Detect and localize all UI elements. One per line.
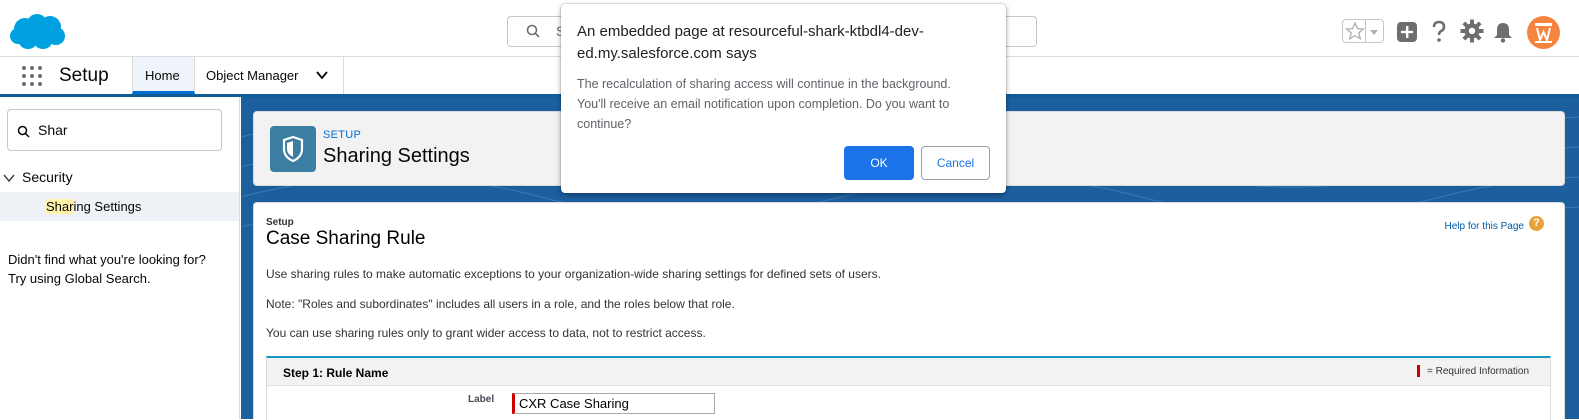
help-icon[interactable] — [1431, 20, 1447, 44]
avatar[interactable] — [1527, 16, 1560, 49]
avatar-icon — [1535, 23, 1552, 44]
required-indicator — [1417, 365, 1420, 377]
app-name: Setup — [59, 65, 109, 86]
dialog-title: An embedded page at resourceful-shark-kt… — [577, 23, 924, 62]
salesforce-logo[interactable] — [8, 12, 66, 52]
add-icon[interactable] — [1396, 21, 1418, 43]
step-title: Step 1: Rule Name — [283, 366, 389, 380]
help-link[interactable]: Help for this Page — [1445, 221, 1525, 232]
required-info-legend: = Required Information — [1427, 366, 1530, 377]
label-field-label: Label — [468, 394, 495, 405]
tree-section-label: Security — [22, 169, 73, 185]
not-found-line1: Didn't find what you're looking for? — [8, 252, 206, 267]
favorites-star-icon — [1345, 21, 1365, 41]
label-field-input[interactable]: CXR Case Sharing — [512, 393, 715, 414]
search-match-highlight: Shar — [46, 199, 74, 214]
page-title: Sharing Settings — [323, 145, 470, 167]
gear-icon[interactable] — [1460, 19, 1484, 43]
not-found-line2: Try using Global Search. — [8, 271, 151, 286]
ok-button[interactable]: OK — [844, 146, 914, 180]
tree-item-label: Sharing Settings — [46, 199, 141, 214]
not-found-message: Didn't find what you're looking for? Try… — [8, 250, 233, 288]
setup-sidebar: Shar Security Sharing Settings Didn't fi… — [0, 97, 240, 419]
confirm-dialog: An embedded page at resourceful-shark-kt… — [561, 4, 1006, 193]
step-1-section: Step 1: Rule Name = Required Information… — [266, 356, 1551, 420]
note-paragraph: Note: "Roles and subordinates" includes … — [266, 297, 735, 311]
shield-icon — [282, 135, 304, 163]
search-icon — [526, 24, 540, 38]
description-paragraph: Use sharing rules to make automatic exce… — [266, 267, 881, 281]
tree-item-label-rest: ing Settings — [73, 199, 142, 214]
content-panel: Setup Case Sharing Rule Help for this Pa… — [253, 202, 1565, 420]
tab-object-manager-label: Object Manager — [206, 68, 299, 83]
quick-find-value: Shar — [38, 122, 68, 138]
restriction-paragraph: You can use sharing rules only to grant … — [266, 326, 706, 340]
help-icon[interactable]: ? — [1529, 216, 1544, 231]
bell-icon[interactable] — [1493, 21, 1513, 43]
tree-item-sharing-settings[interactable]: Sharing Settings — [0, 192, 239, 221]
step-header: Step 1: Rule Name = Required Information — [267, 358, 1550, 386]
breadcrumb: Setup — [266, 217, 294, 228]
page-header-eyebrow: SETUP — [323, 129, 362, 141]
chevron-down-icon[interactable] — [315, 68, 329, 82]
chevron-down-icon[interactable] — [3, 172, 15, 184]
cancel-button[interactable]: Cancel — [921, 146, 990, 180]
tab-home-label: Home — [145, 68, 180, 83]
chevron-down-icon — [1370, 30, 1378, 35]
app-launcher-icon[interactable] — [22, 66, 42, 86]
tab-home[interactable]: Home — [132, 57, 195, 94]
content-title: Case Sharing Rule — [266, 228, 426, 249]
search-icon — [17, 125, 30, 138]
setup-page-icon-container — [270, 126, 316, 172]
dialog-message: The recalculation of sharing access will… — [577, 77, 951, 131]
quick-find-input[interactable]: Shar — [7, 109, 222, 151]
favorites-button[interactable] — [1342, 19, 1384, 43]
tab-object-manager[interactable]: Object Manager — [195, 57, 344, 94]
